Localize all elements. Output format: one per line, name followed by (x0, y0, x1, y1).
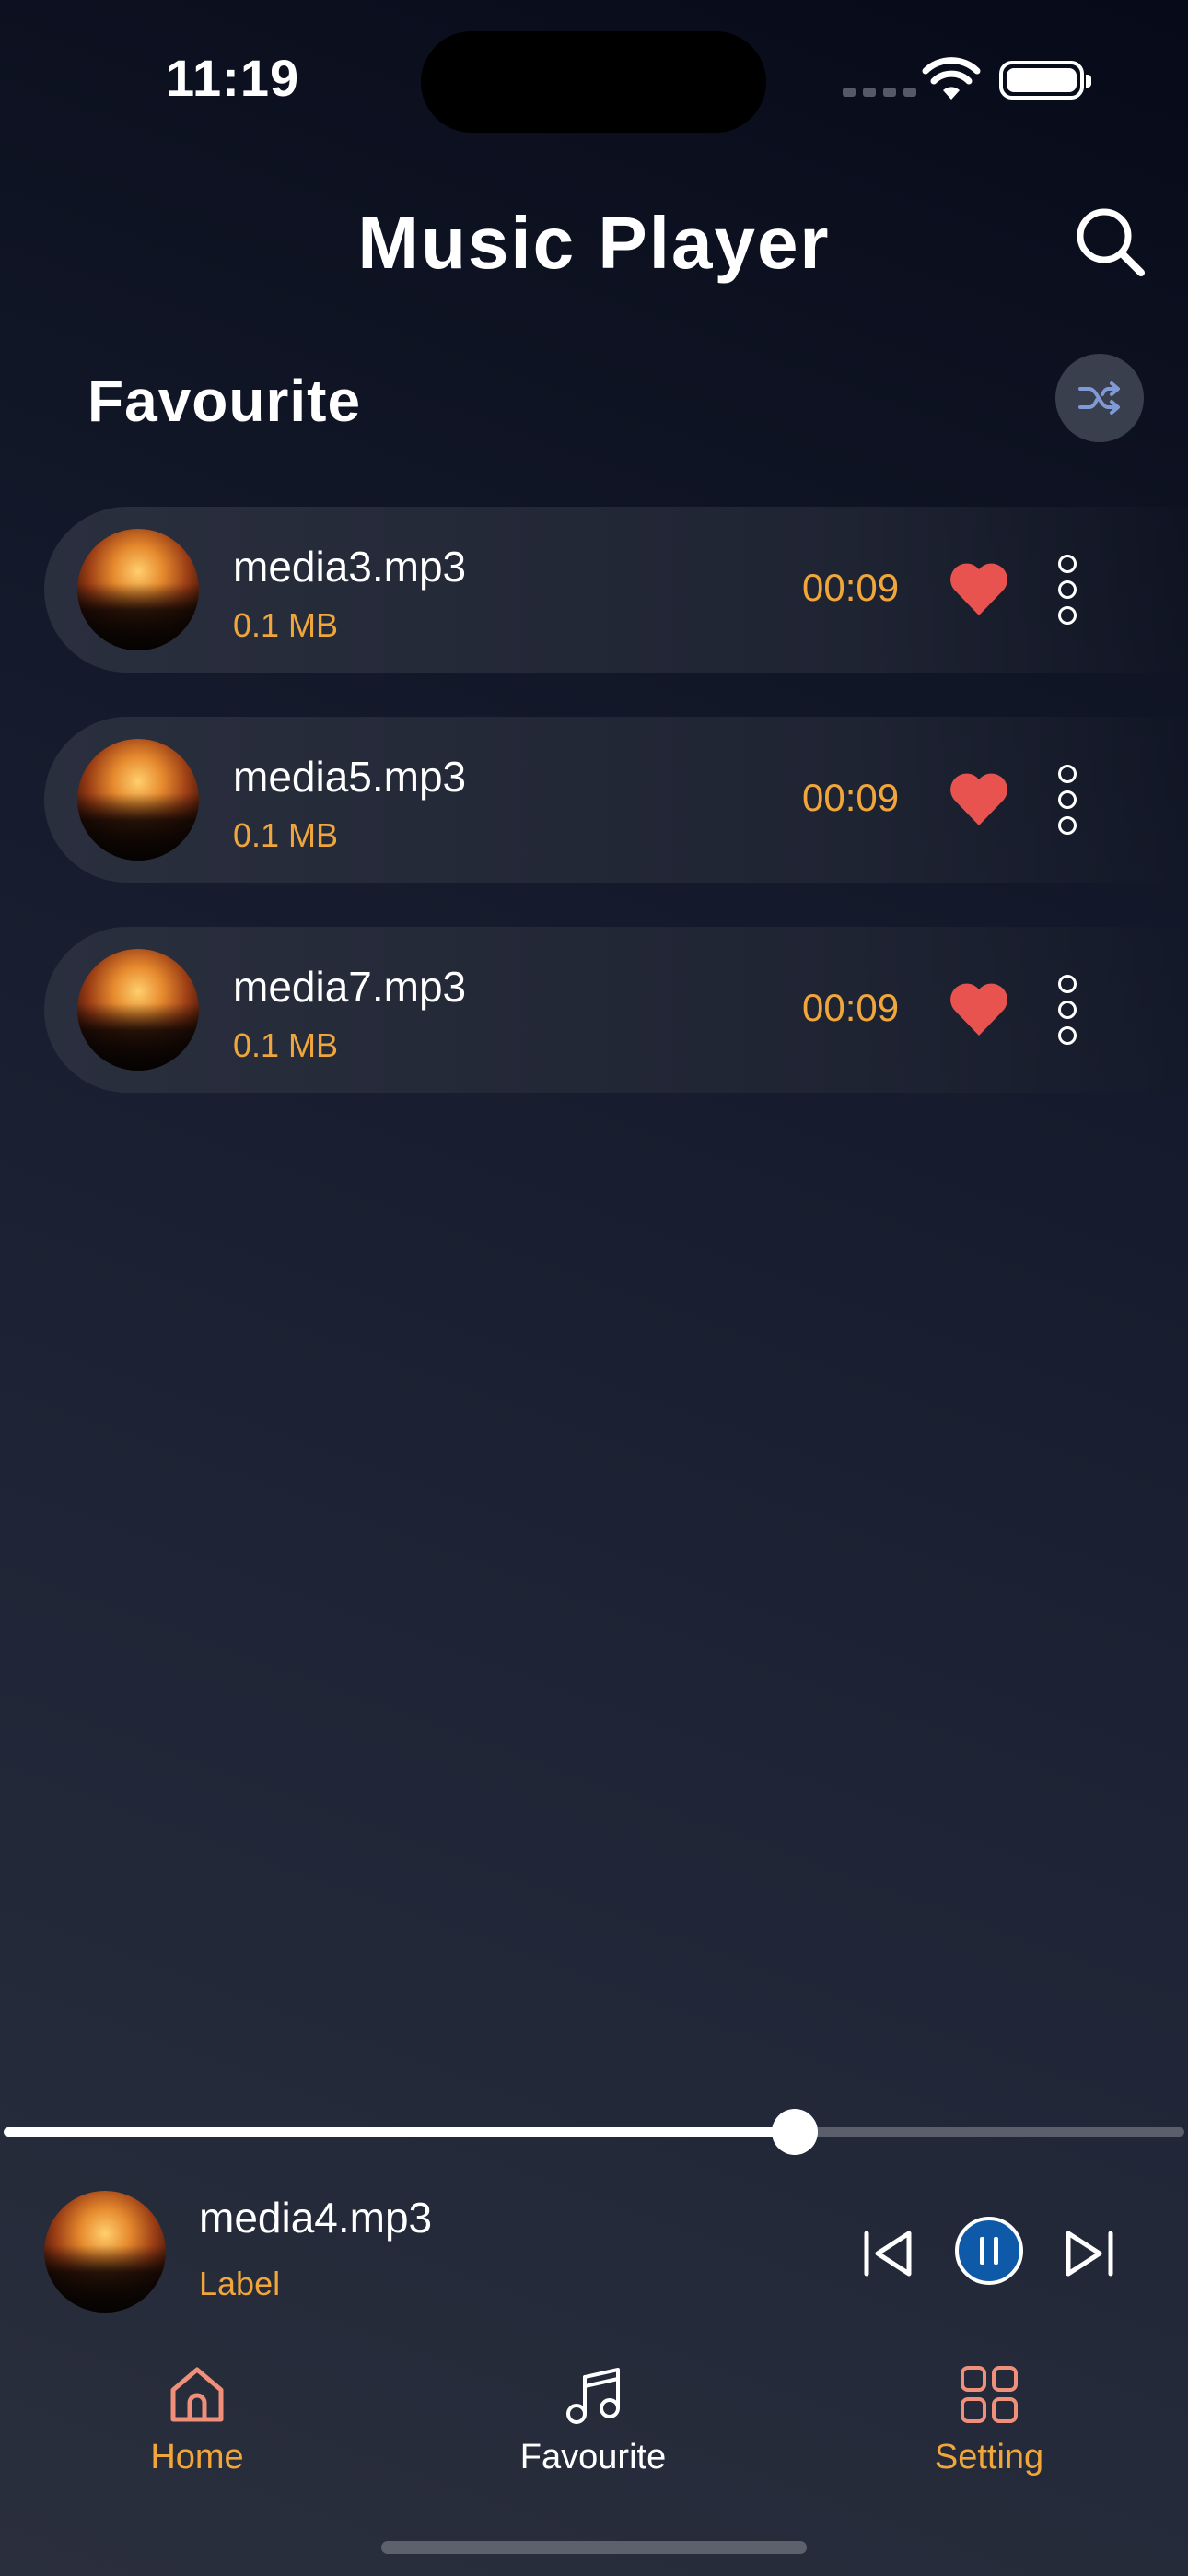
favourite-track-list: media3.mp3 0.1 MB 00:09 media5.mp3 0.1 M… (44, 507, 1188, 1137)
battery-icon (999, 61, 1091, 100)
heart-icon[interactable] (949, 560, 1009, 617)
track-size: 0.1 MB (233, 816, 339, 854)
now-playing-art (44, 2191, 166, 2313)
album-art (77, 529, 199, 650)
track-name: media5.mp3 (233, 753, 467, 801)
more-options-icon[interactable] (1048, 555, 1087, 625)
track-name: media3.mp3 (233, 543, 467, 591)
track-size: 0.1 MB (233, 606, 339, 644)
nav-setting-label: Setting (934, 2438, 1044, 2476)
status-bar: 11:19 (0, 0, 1188, 147)
cellular-signal-icon (843, 88, 916, 97)
heart-icon[interactable] (949, 770, 1009, 827)
nav-setting[interactable]: Setting (888, 2364, 1090, 2477)
dynamic-island (421, 31, 766, 133)
section-title: Favourite (87, 368, 362, 434)
home-indicator (381, 2541, 807, 2554)
page-title: Music Player (357, 202, 831, 284)
progress-thumb[interactable] (771, 2109, 818, 2155)
status-time: 11:19 (166, 49, 300, 107)
track-size: 0.1 MB (233, 1026, 339, 1064)
nav-home-label: Home (150, 2438, 244, 2476)
next-track-icon[interactable] (1061, 2228, 1116, 2279)
track-item[interactable]: media3.mp3 0.1 MB 00:09 (44, 507, 1188, 673)
track-duration: 00:09 (802, 566, 900, 609)
track-duration: 00:09 (802, 776, 900, 819)
playback-progress-slider[interactable] (4, 2109, 1184, 2155)
pause-button[interactable] (955, 2217, 1023, 2285)
more-options-icon[interactable] (1048, 765, 1087, 835)
track-duration: 00:09 (802, 986, 900, 1029)
search-icon[interactable] (1073, 205, 1147, 278)
shuffle-button[interactable] (1055, 354, 1144, 442)
more-options-icon[interactable] (1048, 975, 1087, 1045)
music-note-icon (566, 2368, 620, 2424)
nav-home[interactable]: Home (96, 2364, 298, 2477)
heart-icon[interactable] (949, 980, 1009, 1037)
now-playing-label: Label (199, 2265, 281, 2302)
nav-favourite[interactable]: Favourite (492, 2364, 694, 2477)
shuffle-icon (1078, 381, 1120, 415)
now-playing-title: media4.mp3 (199, 2194, 433, 2242)
track-name: media7.mp3 (233, 963, 467, 1011)
nav-favourite-label: Favourite (519, 2438, 667, 2476)
album-art (77, 949, 199, 1071)
album-art (77, 739, 199, 861)
home-icon (170, 2367, 224, 2422)
grid-icon (961, 2366, 1018, 2423)
track-item[interactable]: media7.mp3 0.1 MB 00:09 (44, 927, 1188, 1093)
previous-track-icon[interactable] (861, 2228, 916, 2279)
wifi-icon (922, 57, 981, 100)
progress-played (4, 2127, 795, 2137)
track-item[interactable]: media5.mp3 0.1 MB 00:09 (44, 717, 1188, 883)
